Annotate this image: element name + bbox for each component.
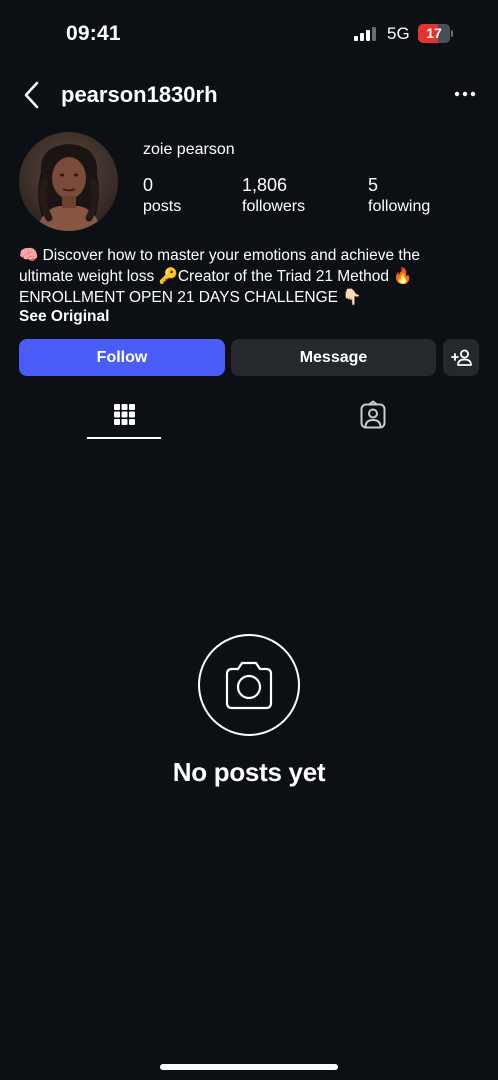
display-name: zoie pearson xyxy=(143,141,235,158)
stat-label: following xyxy=(368,198,431,215)
profile-header: pearson1830rh xyxy=(0,72,498,118)
network-type: 5G xyxy=(387,24,410,43)
see-original-link[interactable]: See Original xyxy=(19,308,109,326)
avatar[interactable] xyxy=(19,132,118,231)
battery-level: 17 xyxy=(426,25,442,41)
follow-button[interactable]: Follow xyxy=(19,339,225,376)
add-person-icon xyxy=(451,349,472,366)
empty-state-title: No posts yet xyxy=(172,757,326,787)
chevron-left-icon xyxy=(24,81,39,109)
back-button[interactable] xyxy=(18,80,46,110)
status-bar: 09:41 5G 17 xyxy=(0,0,498,70)
empty-state-camera xyxy=(198,634,300,736)
profile-username: pearson1830rh xyxy=(61,82,218,107)
tagged-person-icon xyxy=(360,400,386,429)
bio-line: ultimate weight loss 🔑Creator of the Tri… xyxy=(19,268,413,285)
stat-following[interactable]: 5 following xyxy=(368,174,430,218)
grid-icon xyxy=(114,404,135,425)
cellular-signal-icon xyxy=(354,27,376,41)
stat-value: 1,806 xyxy=(242,175,288,195)
tab-posts-grid[interactable] xyxy=(87,392,161,440)
bio-line: ENROLLMENT OPEN 21 DAYS CHALLENGE 👇🏻 xyxy=(19,289,362,306)
tab-tagged[interactable] xyxy=(336,392,410,440)
bio-line: 🧠 Discover how to master your emotions a… xyxy=(19,247,420,264)
stat-value: 0 xyxy=(143,175,154,195)
stat-label: posts xyxy=(143,198,182,215)
message-button[interactable]: Message xyxy=(231,339,436,376)
profile-photo xyxy=(19,132,118,231)
suggested-accounts-button[interactable] xyxy=(443,339,479,376)
home-indicator[interactable] xyxy=(160,1064,338,1070)
more-options-button[interactable] xyxy=(450,82,480,106)
stat-label: followers xyxy=(242,198,306,215)
profile-bio: 🧠 Discover how to master your emotions a… xyxy=(19,245,481,308)
active-tab-indicator xyxy=(87,437,161,439)
status-time: 09:41 xyxy=(66,22,121,45)
stat-value: 5 xyxy=(368,175,379,195)
stat-followers[interactable]: 1,806 followers xyxy=(242,174,305,218)
battery-icon: 17 xyxy=(418,24,453,43)
stat-posts[interactable]: 0 posts xyxy=(143,174,181,218)
more-horizontal-icon xyxy=(454,91,476,97)
camera-icon xyxy=(225,661,273,710)
profile-screen: 09:41 5G 17 pearson1830rh zoie pearson 0… xyxy=(0,0,498,1080)
